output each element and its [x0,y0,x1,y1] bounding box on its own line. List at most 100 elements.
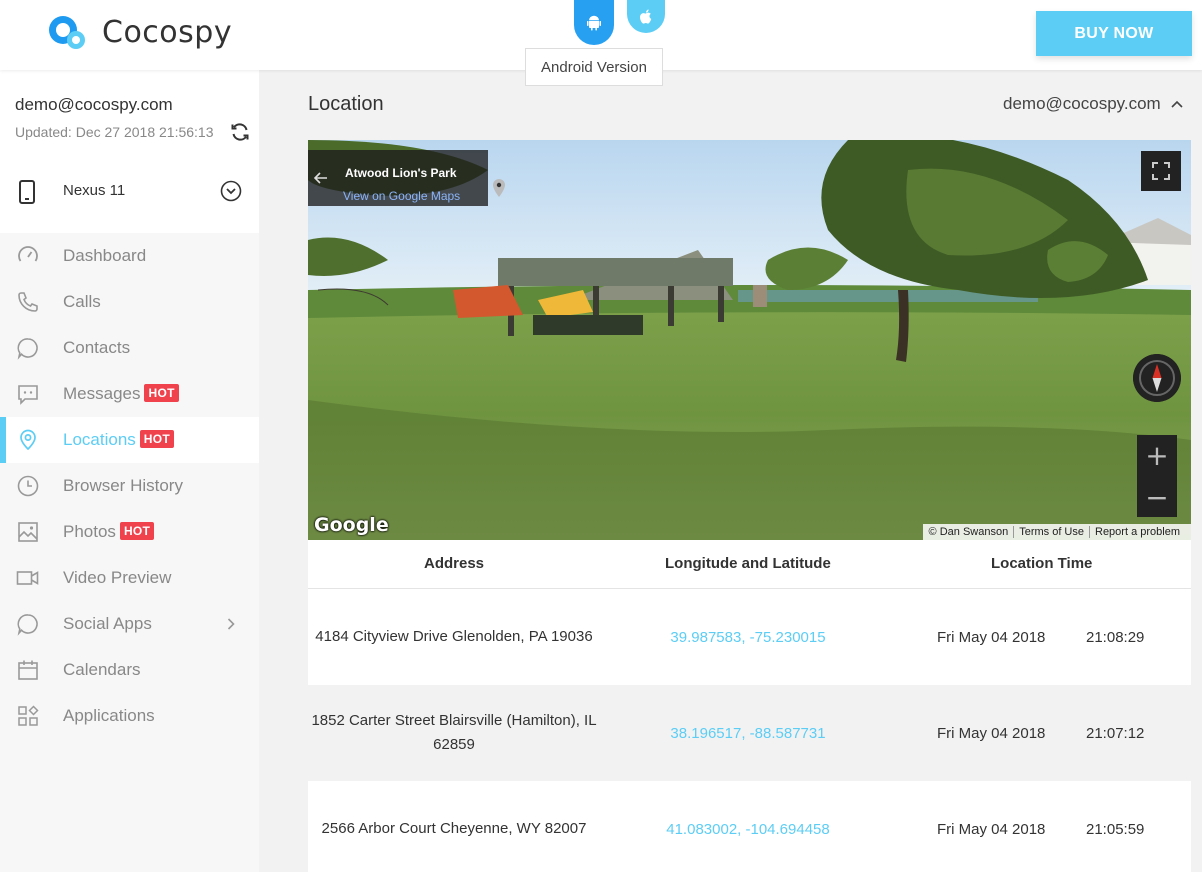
sidebar-item-label: Browser History [63,476,183,495]
map-attribution: © Dan Swanson Terms of Use Report a prob… [922,524,1191,540]
apps-icon [18,705,39,726]
sidebar-item-browser-history[interactable]: Browser History [0,463,259,509]
report-problem-link[interactable]: Report a problem [1089,526,1185,538]
sidebar-item-label: Messages HOT [63,384,179,404]
compass-icon[interactable] [1133,354,1181,402]
sidebar-item-messages[interactable]: Messages HOT [0,371,259,417]
calendar-icon [18,660,38,680]
sidebar-item-label: Video Preview [63,568,172,587]
view-on-google-maps-link[interactable]: View on Google Maps [343,189,460,203]
phone-icon [18,292,38,312]
sidebar-item-dashboard[interactable]: Dashboard [0,233,259,279]
address-cell: 4184 Cityview Drive Glenolden, PA 19036 [315,628,593,645]
apple-icon [640,9,652,24]
zoom-out-button[interactable]: − [1137,477,1177,517]
copyright-text: © Dan Swanson [928,526,1009,538]
sidebar-item-label: Locations HOT [63,430,175,450]
hot-badge: HOT [119,522,155,540]
zoom-control: + − [1137,435,1177,517]
table-row[interactable]: 2566 Arbor Court Cheyenne, WY 82007 41.0… [308,781,1191,872]
social-icon [17,614,38,636]
logo[interactable]: Cocospy [46,10,232,54]
account-box: demo@cocospy.com Updated: Dec 27 2018 21… [0,70,259,233]
clock-icon [17,475,39,497]
buy-now-button[interactable]: BUY NOW [1036,11,1192,56]
column-header-address: Address [424,555,485,572]
photo-icon [18,522,38,542]
sidebar-item-locations[interactable]: Locations HOT [0,417,259,463]
hot-badge: HOT [144,384,179,402]
sidebar-item-contacts[interactable]: Contacts [0,325,259,371]
sidebar-item-text: Locations [63,430,136,449]
sidebar-item-label: Social Apps [63,614,152,633]
arrow-left-icon [314,172,327,184]
location-pin-icon [20,429,36,451]
sidebar-item-calls[interactable]: Calls [0,279,259,325]
fullscreen-button[interactable] [1141,151,1181,191]
sidebar-item-video-preview[interactable]: Video Preview [0,555,259,601]
sidebar-item-text: Messages [63,384,141,403]
device-name: Nexus 11 [63,182,126,199]
dashboard-icon [18,246,38,262]
coordinates-link[interactable]: 39.987583, -75.230015 [600,589,896,685]
user-email: demo@cocospy.com [1003,94,1161,113]
sidebar: demo@cocospy.com Updated: Dec 27 2018 21… [0,70,259,872]
sidebar-item-label: Dashboard [63,246,147,265]
android-icon [587,15,601,30]
hot-badge: HOT [139,430,175,448]
chevron-right-icon [227,618,235,630]
last-updated: Updated: Dec 27 2018 21:56:13 [15,124,214,140]
address-cell: 2566 Arbor Court Cheyenne, WY 82007 [321,820,587,837]
column-header-location-time: Location Time [991,555,1093,572]
google-logo: Google [314,514,389,536]
locations-table: Address Longitude and Latitude Location … [308,540,1191,872]
date-cell: Fri May 04 2018 [937,628,1046,646]
sidebar-item-social-apps[interactable]: Social Apps [0,601,259,647]
sidebar-item-label: Calls [63,292,101,311]
address-cell: 1852 Carter Street Blairsville (Hamilton… [311,712,597,753]
chevron-up-icon [1171,100,1183,108]
refresh-icon[interactable] [230,122,250,142]
sidebar-item-text: Photos [63,522,116,541]
coordinates-link[interactable]: 41.083002, -104.694458 [600,781,896,872]
panorama-info-box: Atwood Lion's Park View on Google Maps [334,150,505,206]
ios-version-button[interactable] [627,0,665,33]
sidebar-item-photos[interactable]: Photos HOT [0,509,259,555]
table-row[interactable]: 4184 Cityview Drive Glenolden, PA 19036 … [308,589,1191,685]
account-email: demo@cocospy.com [15,95,173,114]
sidebar-item-calendars[interactable]: Calendars [0,647,259,693]
page-title: Location [308,93,384,115]
android-version-button[interactable] [574,0,614,45]
logo-text: Cocospy [102,14,233,50]
android-version-tooltip: Android Version [525,48,663,86]
back-arrow-button[interactable] [308,150,334,206]
time-cell: 21:05:59 [1086,820,1145,838]
terms-of-use-link[interactable]: Terms of Use [1013,526,1089,538]
date-cell: Fri May 04 2018 [937,820,1046,838]
sidebar-item-label: Contacts [63,338,131,357]
map-pin-icon[interactable] [492,178,506,198]
sidebar-item-applications[interactable]: Applications [0,693,259,739]
column-header-coordinates: Longitude and Latitude [665,555,831,572]
table-header: Address Longitude and Latitude Location … [308,540,1191,589]
time-cell: 21:08:29 [1086,628,1145,646]
cocospy-logo-icon [49,16,85,49]
user-menu[interactable]: demo@cocospy.com [1003,94,1183,114]
panorama-place-name: Atwood Lion's Park [345,166,457,180]
street-view-panorama[interactable]: Atwood Lion's Park View on Google Maps +… [308,140,1191,540]
device-dropdown-icon[interactable] [220,180,242,202]
phone-device-icon [19,180,35,204]
table-row[interactable]: 1852 Carter Street Blairsville (Hamilton… [308,685,1191,781]
sidebar-item-label: Photos HOT [63,522,155,542]
sidebar-nav: Dashboard Calls Contacts Messages HOT Lo… [0,233,259,739]
video-icon [16,571,39,585]
zoom-in-button[interactable]: + [1137,435,1177,475]
fullscreen-icon [1152,162,1170,180]
sidebar-item-label: Calendars [63,660,141,679]
date-cell: Fri May 04 2018 [937,724,1046,742]
sidebar-item-label: Applications [63,706,155,725]
time-cell: 21:07:12 [1086,724,1145,742]
coordinates-link[interactable]: 38.196517, -88.587731 [600,685,896,781]
contacts-icon [17,338,38,360]
message-icon [18,385,38,405]
